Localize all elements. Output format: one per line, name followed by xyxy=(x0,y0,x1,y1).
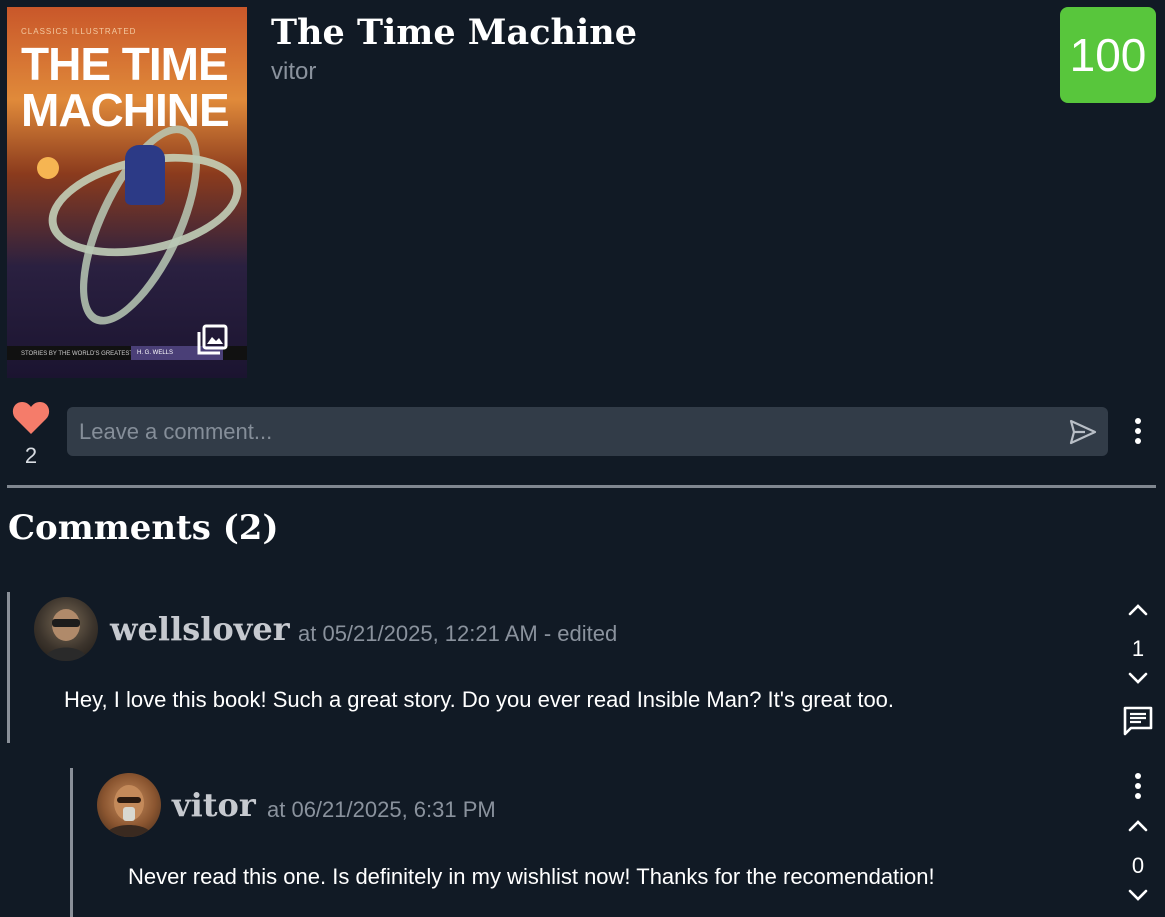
more-options-button[interactable] xyxy=(1133,418,1143,448)
downvote-icon[interactable] xyxy=(1126,885,1150,905)
divider xyxy=(7,485,1156,488)
comment-box xyxy=(67,407,1108,456)
cover-sun xyxy=(37,157,59,179)
kebab-dot xyxy=(1135,793,1141,799)
comment-text: Never read this one. Is definitely in my… xyxy=(128,864,935,889)
send-icon[interactable] xyxy=(1068,417,1098,447)
thread-line xyxy=(7,592,10,743)
vote-count: 1 xyxy=(1131,636,1145,661)
avatar[interactable] xyxy=(97,773,161,837)
vote-count: 0 xyxy=(1131,853,1145,878)
avatar-image xyxy=(105,785,153,837)
like-count: 2 xyxy=(24,443,38,468)
downvote-icon[interactable] xyxy=(1126,668,1150,688)
kebab-dot xyxy=(1135,428,1141,434)
cover-figure xyxy=(125,145,165,205)
upvote-icon[interactable] xyxy=(1126,600,1150,620)
cover-series-label: CLASSICS ILLUSTRATED xyxy=(21,27,137,36)
comment-options-button[interactable] xyxy=(1133,773,1143,803)
comment-text: Hey, I love this book! Such a great stor… xyxy=(64,687,895,712)
thread-line xyxy=(70,768,73,917)
cover-title-text: THE TIME MACHINE xyxy=(21,38,230,136)
book-cover[interactable]: CLASSICS ILLUSTRATED THE TIME MACHINE ST… xyxy=(7,7,247,378)
comment-username[interactable]: wellslover xyxy=(110,610,290,648)
comment-input[interactable] xyxy=(79,407,1049,456)
gallery-icon[interactable] xyxy=(196,324,228,356)
comment-username[interactable]: vitor xyxy=(172,786,256,824)
comments-heading: Comments (2) xyxy=(8,508,279,548)
kebab-dot xyxy=(1135,438,1141,444)
kebab-dot xyxy=(1135,418,1141,424)
comment-meta: at 05/21/2025, 12:21 AM - edited xyxy=(298,621,618,646)
avatar[interactable] xyxy=(34,597,98,661)
book-owner[interactable]: vitor xyxy=(271,58,316,86)
heart-icon[interactable] xyxy=(11,397,51,437)
avatar-image xyxy=(44,609,88,661)
reply-icon[interactable] xyxy=(1121,704,1155,738)
comment-meta: at 06/21/2025, 6:31 PM xyxy=(267,797,496,822)
kebab-dot xyxy=(1135,773,1141,779)
book-title: The Time Machine xyxy=(271,12,637,53)
score-badge: 100 xyxy=(1060,7,1156,103)
kebab-dot xyxy=(1135,783,1141,789)
upvote-icon[interactable] xyxy=(1126,816,1150,836)
